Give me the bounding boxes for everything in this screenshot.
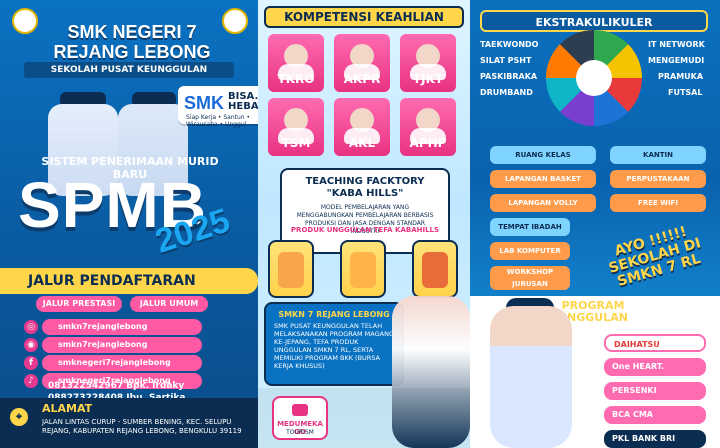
left-panel: SMK NEGERI 7 REJANG LEBONG SEKOLAH PUSAT… xyxy=(0,0,258,448)
facility-lapangan-basket: LAPANGAN BASKET xyxy=(490,170,596,188)
address-title: ALAMAT xyxy=(42,402,93,415)
student-hat-male xyxy=(60,92,106,104)
product-package xyxy=(350,252,376,288)
student-photo-male-2 xyxy=(490,306,572,448)
partner-persenki: PERSENKI xyxy=(604,382,706,400)
smk-brand-text: SMK xyxy=(184,93,224,113)
info-note: SMKN 7 REJANG LEBONG SMK PUSAT KEUNGGULA… xyxy=(264,302,404,386)
kompetensi-keahlian-title: KOMPETENSI KEAHLIAN xyxy=(264,6,464,28)
right-panel: EKSTRAKULIKULER TAEKWONDO SILAT PSHT PAS… xyxy=(470,0,720,448)
program-card-tkro: TKRO xyxy=(268,34,324,92)
ayo-sekolah-slogan: AYO !!!!!! SEKOLAH DI SMKN 7 RL xyxy=(607,223,703,290)
jalur-pendaftaran-title: JALUR PENDAFTARAN xyxy=(28,273,196,289)
ekstra-right-1: IT NETWORK xyxy=(648,40,705,49)
partner-bri: PKL BANK BRI xyxy=(604,430,706,448)
ekstra-left-4: DRUMBAND xyxy=(480,88,533,97)
product-image-1 xyxy=(268,240,314,298)
school-name-line2: REJANG LEBONG xyxy=(53,42,211,62)
program-card-tjkt: TJKT xyxy=(400,34,456,92)
facility-ruang-kelas: RUANG KELAS xyxy=(490,146,596,164)
ekstra-right-3: PRAMUKA xyxy=(658,72,704,81)
ekstra-left-2: SILAT PSHT xyxy=(480,56,532,65)
ekstra-left-3: PASKIBRAKA xyxy=(480,72,538,81)
jalur-pendaftaran-banner: JALUR PENDAFTARAN xyxy=(0,268,258,294)
program-card-akpr: AKPR xyxy=(334,34,390,92)
facility-free-wifi: FREE WIFI xyxy=(610,194,706,212)
middle-panel: KOMPETENSI KEAHLIAN TKRO AKPR TJKT TSM A… xyxy=(258,0,470,448)
contact-instagram: smkn7rejanglebong xyxy=(42,337,202,353)
tiktok-icon: ♪ xyxy=(24,374,38,388)
contact-website: smkn7rejanglebong xyxy=(42,319,202,335)
program-code: TSM xyxy=(281,136,311,150)
instagram-icon: ◉ xyxy=(24,338,38,352)
product-image-2 xyxy=(340,240,386,298)
address-block: ⌖ ALAMAT JALAN LINTAS CURUP - SUMBER BEN… xyxy=(0,398,258,448)
program-code: APHP xyxy=(409,136,447,150)
program-code: AKPR xyxy=(343,72,381,86)
product-image-3 xyxy=(412,240,458,298)
partner-daihatsu: DAIHATSU xyxy=(604,334,706,352)
web-icon: ◎ xyxy=(24,320,38,334)
ekstra-left-1: TAEKWONDO xyxy=(480,40,539,49)
school-subtitle: SEKOLAH PUSAT KEUNGGULAN xyxy=(24,62,234,78)
location-pin-icon: ⌖ xyxy=(10,408,28,426)
info-note-text: SMK PUSAT KEUNGGULAN TELAH MELAKSANAKAN … xyxy=(274,322,395,370)
partner-one-heart: One HEART. xyxy=(604,358,706,376)
ekstra-right-2: MENGEMUDI xyxy=(648,56,705,65)
program-card-akl: AKL xyxy=(334,98,390,156)
facility-lapangan-volly: LAPANGAN VOLLY xyxy=(490,194,596,212)
facility-kantin: KANTIN xyxy=(610,146,706,164)
jalur-umum-pill: JALUR UMUM xyxy=(130,296,208,312)
partner-bca-cma: BCA CMA xyxy=(604,406,706,424)
smk-bisa-hebat-logo: SMK BISA. HEBAT. Siap Kerja • Santun • W… xyxy=(178,86,258,128)
program-code: TKRO xyxy=(277,72,315,86)
jalur-prestasi-pill: JALUR PRESTASI xyxy=(36,296,122,312)
program-code: AKL xyxy=(348,136,376,150)
teaching-factory-title: TEACHING FACKTORY xyxy=(305,176,425,187)
school-name: SMK NEGERI 7 REJANG LEBONG xyxy=(32,22,232,62)
contact-facebook: smknegeri7rejanglebong xyxy=(42,355,202,371)
produk-unggulan-label: PRODUK UNGGULAN TEFA KABAHILLS xyxy=(290,226,440,234)
phone-1: 081322542967 Bpk. Irdaky xyxy=(48,381,185,391)
student-hijab-female xyxy=(132,92,176,104)
program-card-tsm: TSM xyxy=(268,98,324,156)
facility-tempat-ibadah: TEMPAT IBADAH xyxy=(490,218,570,236)
school-name-line1: SMK NEGERI 7 xyxy=(67,22,197,42)
ekstrakulikuler-wheel xyxy=(546,30,642,126)
facility-workshop-jurusan: WORKSHOP JURUSAN xyxy=(490,266,570,290)
program-code: TJKT xyxy=(412,72,444,86)
ekstrakulikuler-title: EKSTRAKULIKULER xyxy=(480,10,708,32)
hebat-text: HEBAT. xyxy=(228,101,258,112)
gate-icon xyxy=(292,404,308,416)
kaba-hills-title: "KABA HILLS" xyxy=(326,188,404,199)
product-package xyxy=(278,252,304,288)
facility-lab-komputer: LAB KOMPUTER xyxy=(490,242,570,260)
wheel-center xyxy=(576,60,612,96)
ekstra-right-4: FUTSAL xyxy=(668,88,703,97)
program-card-aphp: APHP xyxy=(400,98,456,156)
smk-tagline: Siap Kerja • Santun • Wirausaha • Unggul xyxy=(186,114,251,128)
address-text: JALAN LINTAS CURUP - SUMBER BENING, KEC.… xyxy=(42,418,242,435)
medumeka-logo: MEDUMEKA GO TOURISM xyxy=(272,396,328,440)
facebook-icon: f xyxy=(24,356,38,370)
facility-perpustakaan: PERPUSTAKAAN xyxy=(610,170,706,188)
info-note-title: SMKN 7 REJANG LEBONG xyxy=(278,310,390,319)
bisa-hebat-text: BISA. HEBAT. xyxy=(228,92,258,112)
product-package xyxy=(422,252,448,288)
medumeka-subtitle: TOURISM xyxy=(286,429,314,436)
